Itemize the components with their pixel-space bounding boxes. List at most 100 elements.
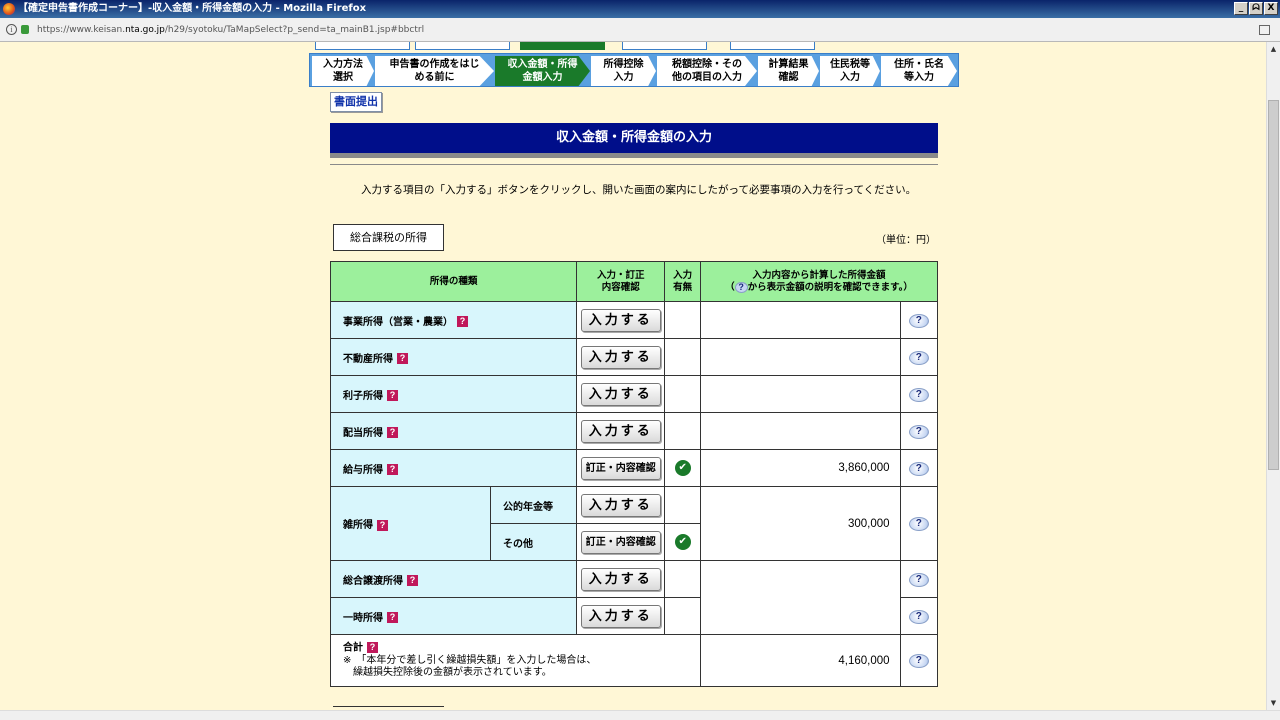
help-icon[interactable]: ? <box>908 350 929 365</box>
close-window-button[interactable]: X <box>1264 2 1278 15</box>
help-icon: ? <box>734 281 748 293</box>
help-icon[interactable]: ? <box>908 461 929 476</box>
paper-submission-button[interactable]: 書面提出 <box>330 92 382 112</box>
header-has-input: 入力 有無 <box>664 261 702 302</box>
help-icon[interactable]: ? <box>908 313 929 328</box>
question-icon[interactable]: ? <box>387 464 398 475</box>
row-label-misc-other: その他 <box>503 538 534 550</box>
step-tax-credits[interactable]: 税額控除・その 他の項目の入力 <box>657 56 757 86</box>
has-input-cell <box>664 375 702 413</box>
has-input-cell <box>664 301 702 339</box>
help-icon[interactable]: ? <box>908 387 929 402</box>
row-label-business: 事業所得（営業・農業） <box>343 316 453 328</box>
input-dividend-button[interactable]: 入力する <box>580 419 661 443</box>
table-row: 利子所得? 入力する ? <box>329 375 939 413</box>
table-row: 配当所得? 入力する ? <box>329 412 939 450</box>
amount-interest <box>700 375 901 413</box>
table-header-row: 所得の種類 入力・訂正 内容確認 入力 有無 入力内容から計算した所得金額 （? から… <box>329 261 938 302</box>
table-row: 総合譲渡所得? 入力する ? <box>329 560 939 635</box>
address-bar[interactable]: i https://www.keisan.nta.go.jp/h29/syotok… <box>0 18 1280 42</box>
title-divider <box>330 153 938 158</box>
row-label-salary: 給与所得 <box>343 464 383 476</box>
question-icon[interactable]: ? <box>457 316 468 327</box>
has-input-cell <box>664 597 702 635</box>
table-row: 事業所得（営業・農業）? 入力する ? <box>329 301 939 339</box>
unit-label: （単位：円） <box>876 235 936 246</box>
step-result-check[interactable]: 計算結果 確認 <box>758 56 819 86</box>
scroll-up-icon[interactable]: ▲ <box>1267 42 1280 56</box>
page-title: 収入金額・所得金額の入力 <box>330 123 938 153</box>
minimize-button[interactable]: _ <box>1234 2 1248 15</box>
step-nav-upper-partial <box>310 42 960 52</box>
income-table: 所得の種類 入力・訂正 内容確認 入力 有無 入力内容から計算した所得金額 （? から… <box>329 261 939 687</box>
question-icon[interactable]: ? <box>407 575 418 586</box>
input-business-button[interactable]: 入力する <box>580 308 661 332</box>
total-row: 合計? ※ 「本年分で差し引く繰越損失額」を入力した場合は、 繰越損失控除後の金… <box>329 634 939 687</box>
scroll-down-icon[interactable]: ▼ <box>1267 696 1280 710</box>
help-icon[interactable]: ? <box>908 572 929 587</box>
step-deductions[interactable]: 所得控除 入力 <box>591 56 656 86</box>
fix-misc-other-button[interactable]: 訂正・内容確認 <box>580 530 661 554</box>
info-icon[interactable]: i <box>6 24 17 35</box>
reader-view-icon[interactable] <box>1259 25 1270 35</box>
row-label-temporary: 一時所得 <box>343 612 383 624</box>
input-public-pension-button[interactable]: 入力する <box>580 493 661 517</box>
scroll-thumb[interactable] <box>1268 100 1279 470</box>
amount-misc: 300,000 <box>700 486 901 561</box>
step-resident-tax[interactable]: 住民税等 入力 <box>820 56 880 86</box>
help-icon[interactable]: ? <box>908 609 929 624</box>
amount-real-estate <box>700 338 901 376</box>
amount-salary: 3,860,000 <box>700 449 901 487</box>
question-icon[interactable]: ? <box>377 519 388 531</box>
horizontal-scrollbar[interactable] <box>0 710 1280 720</box>
table-row: 雑所得? 公的年金等 入力する 300,000 ? <box>329 486 939 561</box>
question-icon[interactable]: ? <box>387 390 398 401</box>
step-navigation: 入力方法 選択 申告書の作成をはじ める前に 収入金額・所得 金額入力 所得控除 入力 … <box>309 53 959 87</box>
total-note-1: ※ 「本年分で差し引く繰越損失額」を入力した場合は、 <box>343 654 597 666</box>
row-label-public-pension: 公的年金等 <box>503 501 554 513</box>
help-icon[interactable]: ? <box>908 424 929 439</box>
header-action: 入力・訂正 内容確認 <box>576 261 666 302</box>
header-amount: 入力内容から計算した所得金額 （? から表示金額の説明を確認できます。） <box>700 261 938 302</box>
amount-business <box>700 301 901 339</box>
firefox-icon <box>3 3 15 15</box>
has-input-cell <box>664 412 702 450</box>
vertical-scrollbar[interactable]: ▲ ▼ <box>1266 42 1280 710</box>
has-input-cell <box>664 338 702 376</box>
input-temporary-button[interactable]: 入力する <box>580 604 661 628</box>
next-section-tab-partial <box>333 706 444 710</box>
input-real-estate-button[interactable]: 入力する <box>580 345 661 369</box>
row-label-real-estate: 不動産所得 <box>343 353 393 365</box>
help-icon[interactable]: ? <box>908 517 929 531</box>
input-interest-button[interactable]: 入力する <box>580 382 661 406</box>
question-icon[interactable]: ? <box>397 353 408 364</box>
amount-total: 4,160,000 <box>700 634 901 687</box>
question-icon[interactable]: ? <box>367 642 378 654</box>
amount-dividend <box>700 412 901 450</box>
question-icon[interactable]: ? <box>387 612 398 623</box>
url-prefix: https://www.keisan. <box>37 25 126 35</box>
lock-icon[interactable] <box>21 25 29 34</box>
title-rule <box>330 164 938 165</box>
step-before-start[interactable]: 申告書の作成をはじ める前に <box>375 56 494 86</box>
section-tab-comprehensive-income: 総合課税の所得 <box>333 224 444 251</box>
restore-button[interactable]: ᗣ <box>1249 2 1263 15</box>
amount-transfer-temporary <box>700 560 901 635</box>
step-address-name[interactable]: 住所・氏名 等入力 <box>881 56 957 86</box>
url-host: nta.go.jp <box>125 25 165 35</box>
window-titlebar: 【確定申告書作成コーナー】-収入金額・所得金額の入力 - Mozilla Fir… <box>0 0 1280 18</box>
step-income-entry[interactable]: 収入金額・所得 金額入力 <box>495 56 590 86</box>
fix-salary-button[interactable]: 訂正・内容確認 <box>580 456 661 480</box>
question-icon[interactable]: ? <box>387 427 398 438</box>
instruction-text: 入力する項目の「入力する」ボタンをクリックし、開いた画面の案内にしたがって必要事… <box>361 184 917 196</box>
header-income-type: 所得の種類 <box>329 261 578 302</box>
total-label: 合計 <box>343 642 363 654</box>
table-row: 不動産所得? 入力する ? <box>329 338 939 376</box>
has-input-cell <box>664 560 702 598</box>
step-input-method[interactable]: 入力方法 選択 <box>312 56 374 86</box>
input-transfer-button[interactable]: 入力する <box>580 567 661 591</box>
row-label-dividend: 配当所得 <box>343 427 383 439</box>
help-icon[interactable]: ? <box>908 654 929 668</box>
check-icon: ✔ <box>674 460 691 476</box>
row-label-interest: 利子所得 <box>343 390 383 402</box>
